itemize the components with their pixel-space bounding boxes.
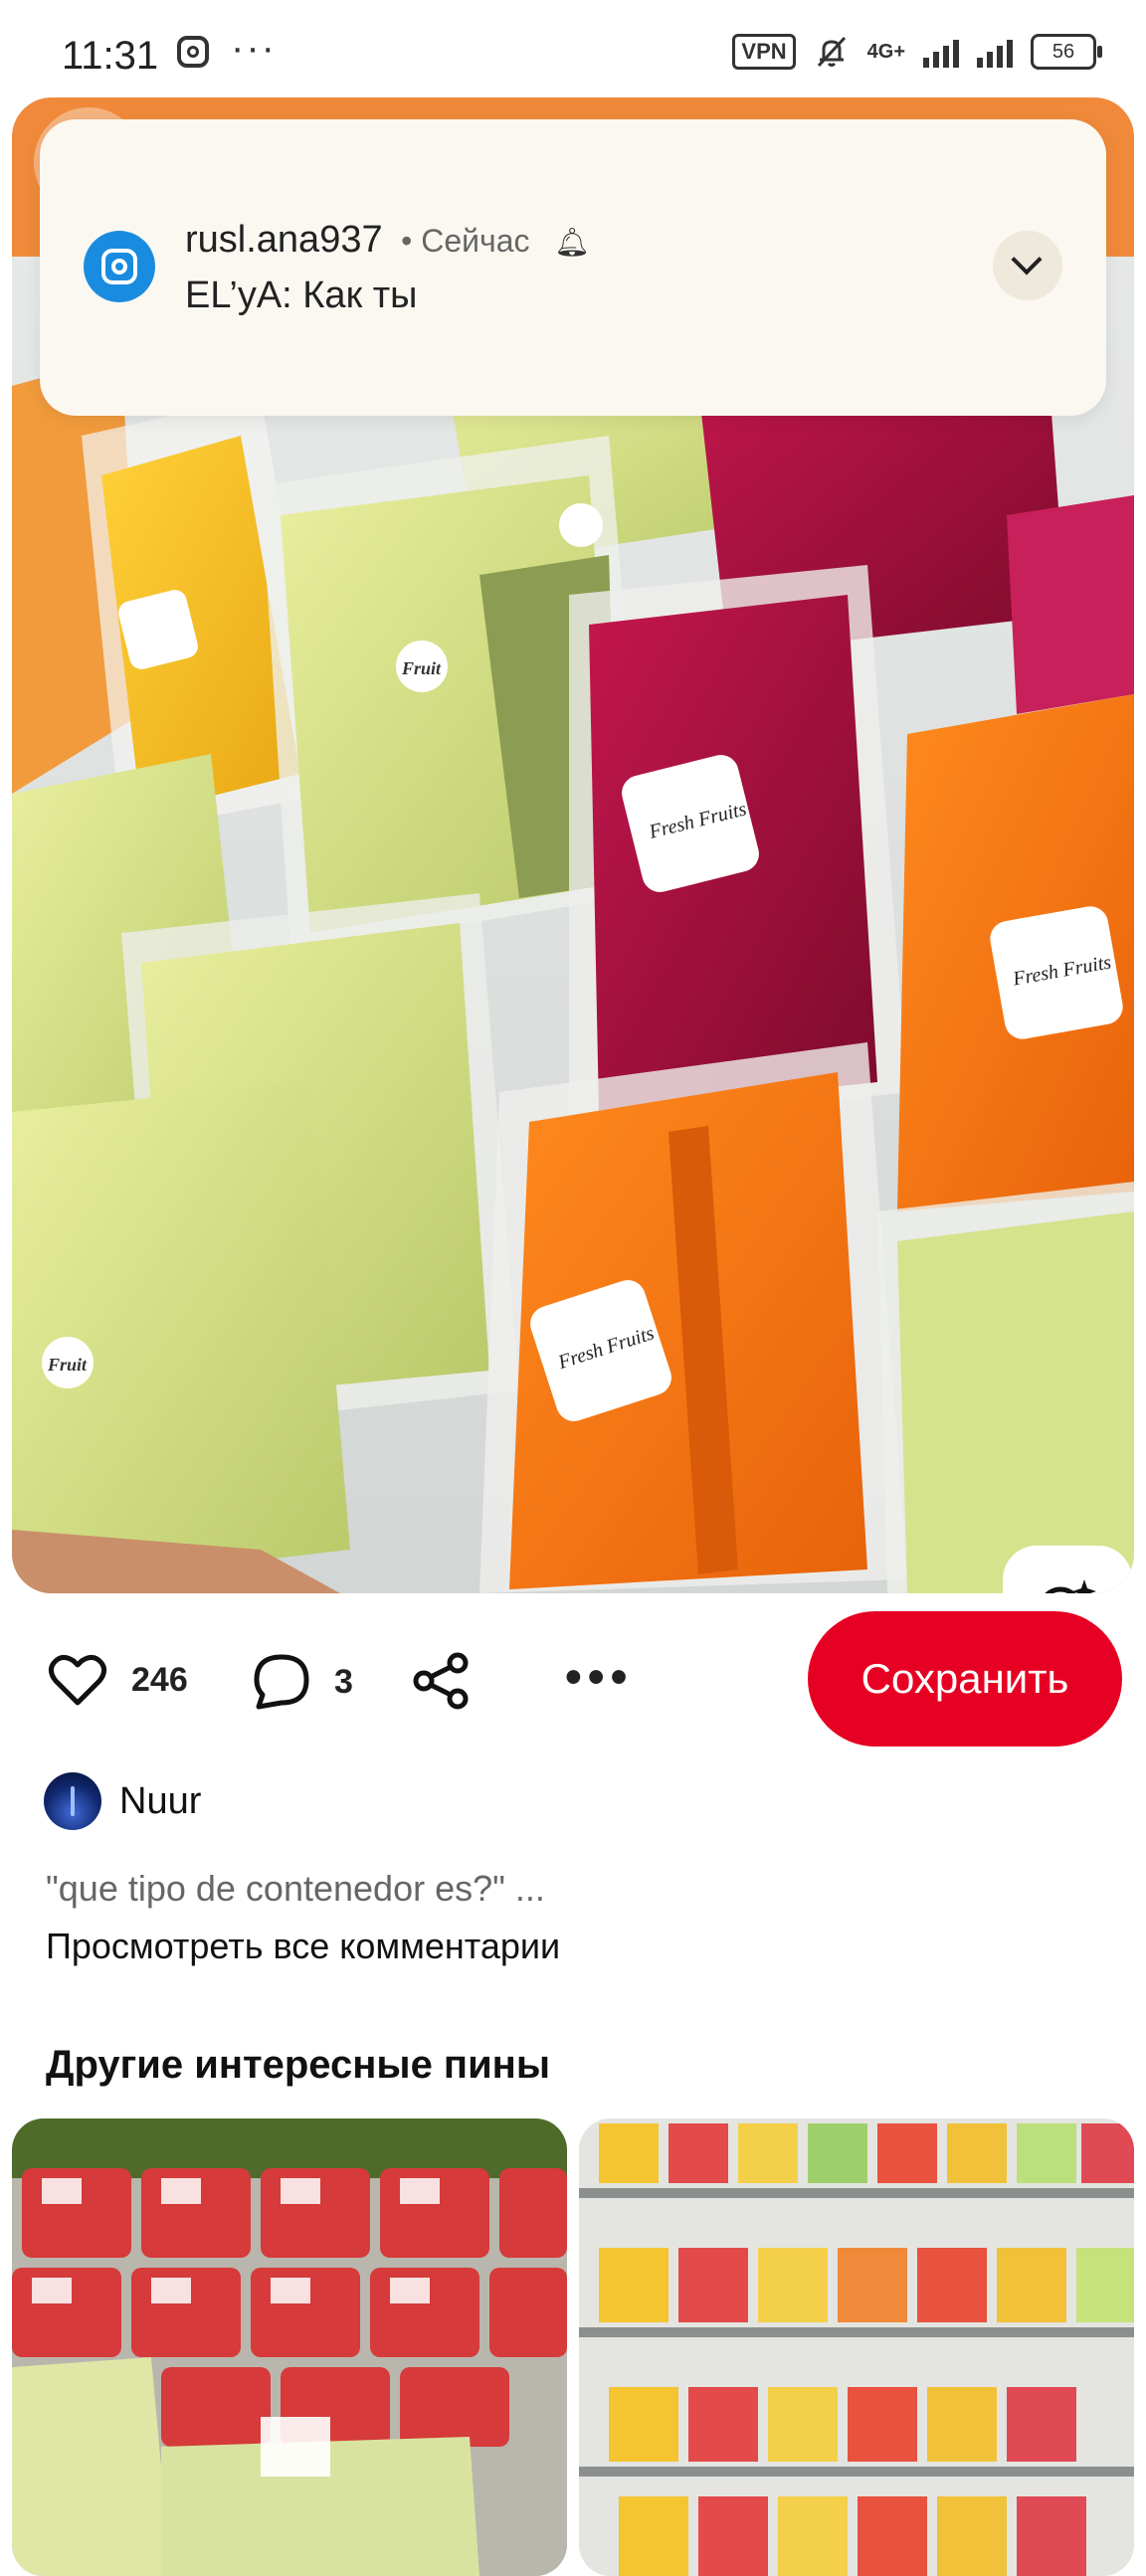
notification-header: rusl.ana937 • Сейчас 🔔︎ xyxy=(185,219,590,262)
alert-bell-icon: 🔔︎ xyxy=(554,227,590,258)
network-type: 4G+ xyxy=(866,41,905,63)
signal-icon-2 xyxy=(977,36,1013,68)
vpn-icon: VPN xyxy=(732,34,796,70)
share-icon xyxy=(413,1652,469,1710)
instagram-notification[interactable]: rusl.ana937 • Сейчас 🔔︎ EL’yA: Как ты xyxy=(40,119,1106,416)
more-pins-heading: Другие интересные пины xyxy=(46,2043,550,2087)
instagram-app-icon xyxy=(84,231,155,302)
related-pin-image-2 xyxy=(579,2118,1134,2576)
instagram-status-icon xyxy=(177,36,209,68)
pin-actions: 246 3 ••• Сохранить xyxy=(0,1611,1146,1750)
status-bar: 11:31 ··· VPN 4G+ 56 xyxy=(0,0,1146,109)
svg-text:Fruit: Fruit xyxy=(401,658,442,678)
like-button[interactable]: 246 xyxy=(48,1653,188,1707)
notification-username: rusl.ana937 xyxy=(185,219,383,261)
mute-icon xyxy=(817,36,846,68)
status-time: 11:31 xyxy=(62,34,159,78)
comment-button[interactable]: 3 xyxy=(253,1653,353,1711)
status-icons: VPN 4G+ 56 xyxy=(732,34,1102,70)
save-button[interactable]: Сохранить xyxy=(808,1611,1122,1747)
pin-author[interactable]: Nuur xyxy=(44,1772,201,1830)
notification-message: EL’yA: Как ты xyxy=(185,275,417,317)
svg-text:Fruit: Fruit xyxy=(47,1355,88,1375)
related-pin-2[interactable] xyxy=(579,2118,1134,2576)
more-options-button[interactable]: ••• xyxy=(565,1653,633,1703)
lens-search-icon xyxy=(1045,1579,1096,1593)
comment-preview[interactable]: "que tipo de contenedor es?" ... xyxy=(46,1868,545,1910)
battery-icon: 56 xyxy=(1031,34,1102,70)
product-label-papaya-right: Fresh Fruits xyxy=(990,906,1123,1039)
notification-time: • Сейчас xyxy=(401,223,530,259)
related-pin-image-1 xyxy=(12,2118,567,2576)
fruit-sticker-3 xyxy=(559,503,603,547)
like-count: 246 xyxy=(131,1660,188,1699)
more-notifications-icon: ··· xyxy=(231,26,277,70)
view-all-comments-link[interactable]: Просмотреть все комментарии xyxy=(46,1926,560,1967)
notification-sender: EL’yA: xyxy=(185,275,292,316)
comment-count: 3 xyxy=(334,1662,353,1701)
notification-text: Как ты xyxy=(302,275,418,316)
avatar xyxy=(44,1772,101,1830)
comment-icon xyxy=(254,1654,309,1710)
related-pin-1[interactable] xyxy=(12,2118,567,2576)
share-button[interactable] xyxy=(412,1651,472,1716)
signal-icon xyxy=(923,36,959,68)
visual-search-button[interactable] xyxy=(1003,1546,1132,1593)
expand-chevron-icon[interactable] xyxy=(993,231,1062,300)
author-name: Nuur xyxy=(119,1779,202,1822)
fruit-sticker-2: Fruit xyxy=(42,1337,94,1388)
heart-icon xyxy=(48,1655,107,1706)
fruit-sticker-1: Fruit xyxy=(396,641,448,692)
